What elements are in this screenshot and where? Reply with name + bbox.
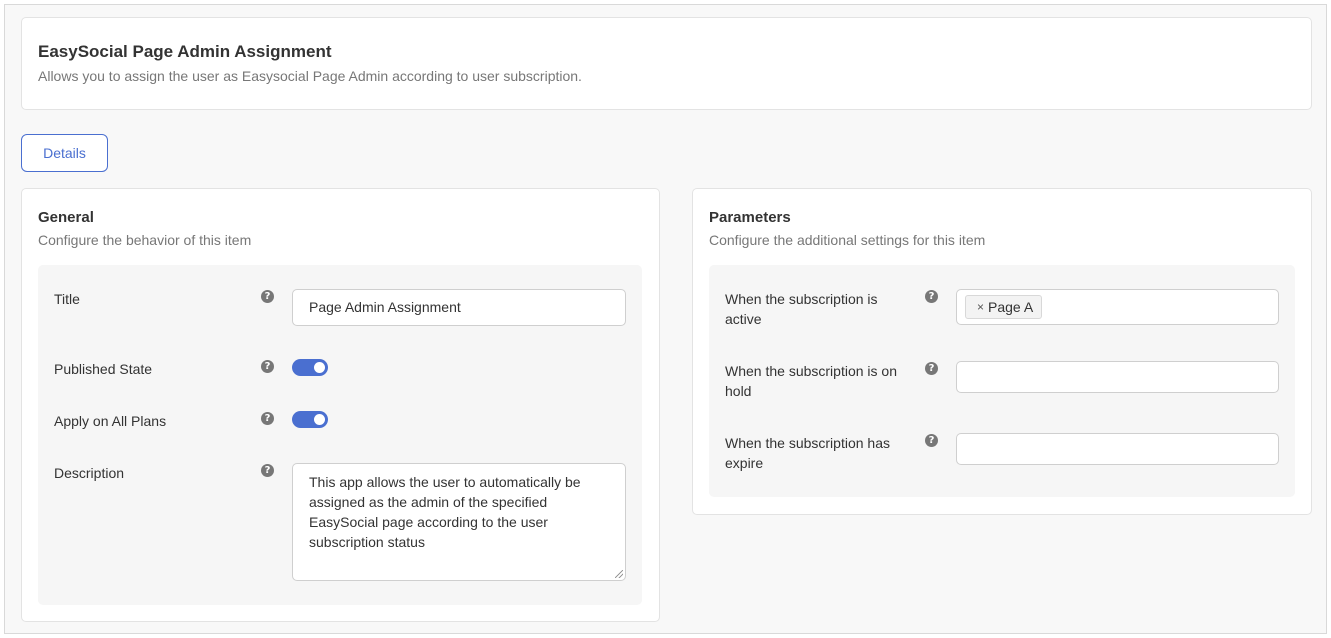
toggle-knob: [314, 362, 325, 373]
help-icon[interactable]: ?: [925, 362, 938, 375]
published-state-label: Published State: [54, 361, 153, 377]
description-textarea[interactable]: This app allows the user to automaticall…: [292, 463, 626, 581]
general-panel-body: Title ? Page Admin Assignment Published …: [38, 265, 642, 605]
help-icon[interactable]: ?: [261, 290, 274, 303]
page-subtitle: Allows you to assign the user as Easysoc…: [38, 68, 582, 84]
app-frame: EasySocial Page Admin Assignment Allows …: [4, 4, 1327, 634]
close-icon[interactable]: ×: [977, 300, 984, 314]
parameters-panel-title: Parameters: [709, 209, 791, 226]
description-text: This app allows the user to automaticall…: [309, 474, 581, 550]
published-state-toggle[interactable]: [292, 359, 328, 376]
selected-tag: × Page A: [965, 295, 1043, 319]
selected-tag-label: Page A: [988, 299, 1034, 315]
subscription-on-hold-select[interactable]: [956, 361, 1279, 393]
parameters-panel-body: When the subscription is active ? × Page…: [709, 265, 1295, 497]
help-icon[interactable]: ?: [261, 412, 274, 425]
general-panel-description: Configure the behavior of this item: [38, 232, 252, 248]
general-panel: General Configure the behavior of this i…: [21, 188, 660, 622]
title-input[interactable]: Page Admin Assignment: [292, 289, 626, 326]
help-icon[interactable]: ?: [925, 290, 938, 303]
title-label: Title: [54, 291, 80, 307]
parameters-panel-description: Configure the additional settings for th…: [709, 232, 986, 248]
tab-details[interactable]: Details: [21, 134, 108, 172]
apply-all-plans-label: Apply on All Plans: [54, 413, 167, 429]
subscription-expire-label: When the subscription has expire: [725, 435, 890, 471]
help-icon[interactable]: ?: [925, 434, 938, 447]
parameters-panel: Parameters Configure the additional sett…: [692, 188, 1312, 515]
header-card: EasySocial Page Admin Assignment Allows …: [21, 17, 1312, 110]
description-label: Description: [54, 465, 125, 481]
toggle-knob: [314, 414, 325, 425]
subscription-active-select[interactable]: × Page A: [956, 289, 1279, 325]
page-title: EasySocial Page Admin Assignment: [38, 42, 332, 61]
apply-all-plans-toggle[interactable]: [292, 411, 328, 428]
subscription-on-hold-label: When the subscription is on hold: [725, 363, 897, 399]
resize-handle[interactable]: [615, 570, 623, 578]
subscription-active-label: When the subscription is active: [725, 291, 878, 327]
help-icon[interactable]: ?: [261, 360, 274, 373]
subscription-expire-select[interactable]: [956, 433, 1279, 465]
general-panel-title: General: [38, 209, 94, 226]
help-icon[interactable]: ?: [261, 464, 274, 477]
